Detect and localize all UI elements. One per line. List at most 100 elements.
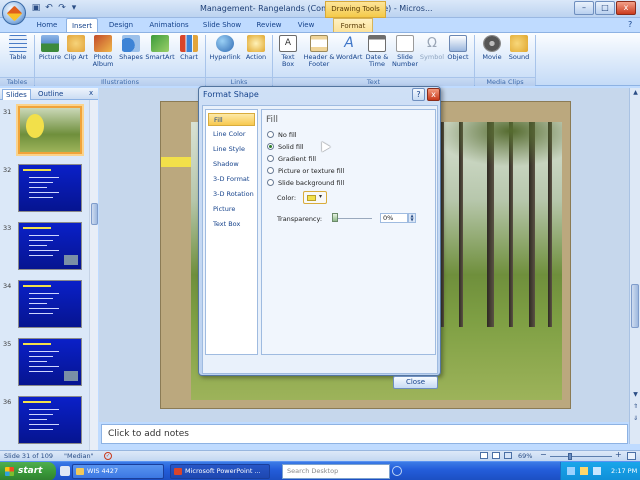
fill-color-picker[interactable]: ▾ [303,191,327,204]
pane-close-icon[interactable]: x [89,89,93,97]
next-slide-icon[interactable]: ⇓ [630,414,640,424]
scroll-up-icon[interactable]: ▲ [630,88,640,98]
object-button[interactable]: Object [445,35,471,77]
symbol-button[interactable]: Ω Symbol [419,35,445,77]
tab-view[interactable]: View [292,18,320,32]
undo-icon[interactable]: ↶ [43,3,55,14]
slide-scroll-thumb[interactable] [631,284,639,328]
dialog-close-button[interactable]: Close [393,376,438,389]
slide-thumbnail[interactable] [18,222,82,270]
slide-background-fill-label[interactable]: Slide background fill [278,179,344,187]
action-button[interactable]: Action [243,35,269,77]
battery-icon[interactable] [593,467,601,475]
table-button[interactable]: Table [4,35,32,77]
slide-thumbnail[interactable] [18,396,82,444]
header-footer-button[interactable]: Header & Footer [302,35,336,77]
movie-button[interactable]: Movie [478,35,506,77]
slide-sorter-icon[interactable] [492,452,500,459]
solid-fill-radio[interactable] [267,143,274,150]
category-picture[interactable]: Picture [208,203,255,216]
zoom-in-icon[interactable]: + [615,450,622,460]
previous-slide-icon[interactable]: ⇑ [630,402,640,412]
clip-art-button[interactable]: Clip Art [64,35,88,77]
wordart-button[interactable]: A WordArt [336,35,362,77]
tab-home[interactable]: Home [32,18,62,32]
help-icon[interactable]: ? [628,20,632,29]
date-time-button[interactable]: Date & Time [363,35,391,77]
category-line-color[interactable]: Line Color [208,128,255,141]
desktop-search-input[interactable]: Search Desktop [282,464,390,479]
category-line-style[interactable]: Line Style [208,143,255,156]
category-3d-format[interactable]: 3-D Format [208,173,255,186]
pane-scroll-thumb[interactable] [91,203,98,225]
notes-pane[interactable]: Click to add notes [101,424,628,444]
category-shadow[interactable]: Shadow [208,158,255,171]
shapes-button[interactable]: Shapes [117,35,145,77]
qat-dropdown-icon[interactable]: ▾ [68,3,80,14]
transparency-input[interactable]: 0% [380,213,408,223]
no-fill-label[interactable]: No fill [278,131,297,139]
no-fill-radio[interactable] [267,131,274,138]
thumbnail-text-line [29,419,47,420]
show-desktop-icon[interactable] [60,466,70,476]
maximize-button[interactable]: □ [595,1,615,15]
dialog-close-x-button[interactable]: x [427,88,440,101]
tab-insert[interactable]: Insert [66,18,98,32]
picture-texture-fill-label[interactable]: Picture or texture fill [278,167,344,175]
zoom-slider-track[interactable] [550,456,612,457]
close-window-button[interactable]: x [616,1,636,15]
start-button[interactable]: start [0,462,56,480]
zoom-slider-thumb[interactable] [568,453,573,460]
sound-button[interactable]: Sound [506,35,532,77]
office-button[interactable] [2,1,26,25]
network-icon[interactable] [567,467,575,475]
slide-scrollbar[interactable]: ▲ ▼ ⇑ ⇓ [629,88,640,444]
tab-animations[interactable]: Animations [144,18,194,32]
tab-format[interactable]: Format [333,18,373,32]
slide-thumbnail[interactable] [18,164,82,212]
tab-outline[interactable]: Outline [35,89,66,100]
normal-view-icon[interactable] [480,452,488,459]
photo-album-button[interactable]: Photo Album [89,35,117,77]
save-icon[interactable]: ▣ [30,3,42,14]
fit-to-window-icon[interactable] [627,452,636,460]
tab-slides[interactable]: Slides [2,89,31,100]
category-fill[interactable]: Fill [208,113,255,126]
transparency-spinner[interactable]: ▲ ▼ [408,213,416,223]
tab-design[interactable]: Design [102,18,140,32]
gradient-fill-label[interactable]: Gradient fill [278,155,316,163]
slide-background-fill-radio[interactable] [267,179,274,186]
spelling-check-icon[interactable]: ✓ [104,452,112,460]
search-icon[interactable] [392,466,402,476]
transparency-slider-thumb[interactable] [332,213,338,222]
chart-button[interactable]: Chart [176,35,202,77]
slide-thumbnail[interactable] [18,106,82,154]
text-box-button[interactable]: A Text Box [275,35,301,77]
zoom-out-icon[interactable]: − [540,450,547,460]
taskbar-item-folder[interactable]: WIS 4427 [72,464,164,479]
slide-show-view-icon[interactable] [504,452,512,459]
slide-number-button[interactable]: Slide Number [391,35,419,77]
pane-scrollbar[interactable] [89,100,98,450]
category-3d-rotation[interactable]: 3-D Rotation [208,188,255,201]
slide-thumbnail[interactable] [18,338,82,386]
redo-icon[interactable]: ↷ [56,3,68,14]
smartart-button[interactable]: SmartArt [145,35,175,77]
transparency-label: Transparency: [277,215,323,223]
slide-thumbnail[interactable] [18,280,82,328]
gradient-fill-radio[interactable] [267,155,274,162]
minimize-button[interactable]: – [574,1,594,15]
tab-slide-show[interactable]: Slide Show [198,18,246,32]
picture-texture-fill-radio[interactable] [267,167,274,174]
transparency-slider-track[interactable] [332,218,372,219]
dialog-help-button[interactable]: ? [412,88,425,101]
taskbar-item-powerpoint[interactable]: Microsoft PowerPoint ... [170,464,270,479]
volume-icon[interactable] [580,467,588,475]
hyperlink-button[interactable]: Hyperlink [208,35,242,77]
scroll-down-icon[interactable]: ▼ [630,390,640,400]
picture-button[interactable]: Picture [36,35,64,77]
tab-review[interactable]: Review [250,18,288,32]
category-text-box[interactable]: Text Box [208,218,255,231]
zoom-level[interactable]: 69% [518,451,532,461]
solid-fill-label[interactable]: Solid fill [278,143,304,151]
